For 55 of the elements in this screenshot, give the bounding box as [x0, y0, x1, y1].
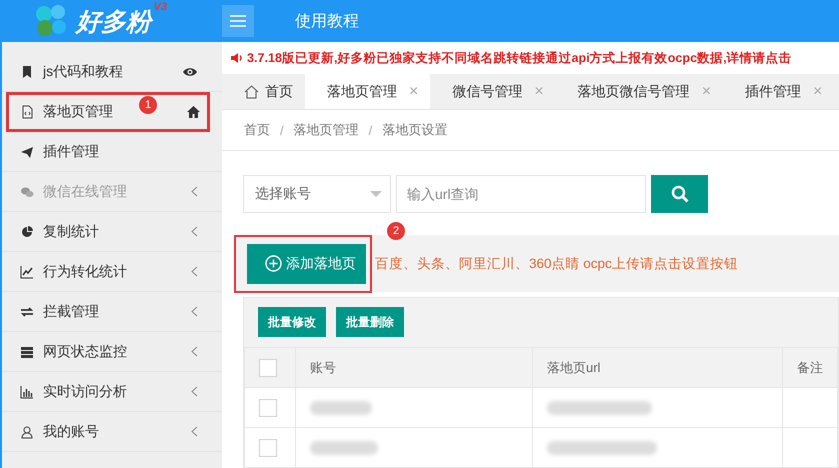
server-icon	[20, 344, 34, 358]
document-icon	[20, 104, 34, 118]
tab[interactable]: 微信号管理 ×	[430, 74, 556, 109]
home-icon	[187, 106, 200, 118]
tab[interactable]: 落地页管理 ×	[305, 74, 430, 109]
column-header: 备注	[782, 348, 838, 388]
bar-chart-icon	[20, 384, 34, 398]
line-chart-icon	[20, 264, 34, 278]
chevron-icon	[191, 426, 198, 437]
batch-button[interactable]: 批量删除	[336, 307, 404, 337]
chat-bubbles-icon	[20, 184, 34, 198]
search-icon	[670, 185, 688, 203]
tip-text: 百度、头条、阿里汇川、360点睛 ocpc上传请点击设置按钮	[375, 254, 738, 272]
url-search-field[interactable]: 输入url查询	[396, 175, 646, 213]
sidebar-item[interactable]: js代码和教程	[2, 52, 222, 92]
chevron-icon	[191, 386, 198, 397]
tab[interactable]: 落地页微信号管理 ×	[556, 74, 724, 109]
tab[interactable]: 首页	[222, 74, 305, 109]
menu-icon	[230, 15, 246, 27]
paper-plane-icon	[20, 144, 34, 158]
batch-button[interactable]: 批量修改	[258, 307, 326, 337]
row-checkbox[interactable]	[259, 398, 277, 416]
step-badge: 2	[387, 222, 405, 240]
breadcrumb-separator: /	[280, 122, 284, 138]
bookmark-icon	[20, 64, 34, 78]
chevron-icon	[191, 186, 198, 197]
chevron-icon	[191, 306, 198, 317]
breadcrumb-link[interactable]: 落地页管理	[294, 121, 359, 139]
search-button[interactable]	[651, 175, 708, 213]
blurred-text	[310, 400, 372, 414]
chevron-icon	[191, 346, 198, 357]
sidebar-item[interactable]: 落地页管理 1	[6, 92, 210, 132]
blurred-text	[310, 440, 378, 454]
row-checkbox[interactable]	[259, 438, 277, 456]
add-landing-page-button[interactable]: 添加落地页	[247, 244, 366, 284]
notice-text: 3.7.18版已更新,好多粉已独家支持不同域名跳转链接通过api方式上报有效ocpc数据,详情请点击	[247, 50, 792, 66]
menu-button[interactable]	[222, 5, 254, 37]
breadcrumb-link[interactable]: 落地页设置	[382, 121, 448, 139]
user-icon	[20, 424, 34, 438]
arrows-icon	[20, 304, 34, 318]
home-icon	[244, 84, 259, 98]
select-all-checkbox[interactable]	[259, 358, 277, 376]
speaker-icon	[230, 52, 243, 64]
column-header: 账号	[296, 348, 532, 388]
tab[interactable]: 插件管理 ×	[723, 74, 834, 109]
plus-circle-icon	[265, 255, 282, 272]
pie-chart-icon	[20, 224, 34, 238]
chevron-icon	[191, 266, 198, 277]
eye-icon	[182, 66, 198, 78]
breadcrumb-link[interactable]: 首页	[244, 121, 270, 139]
column-header: 落地页url	[532, 348, 782, 388]
breadcrumb-separator: /	[368, 122, 372, 138]
step-badge: 1	[139, 96, 157, 114]
account-select[interactable]: 选择账号	[243, 175, 391, 213]
chevron-icon	[191, 226, 198, 237]
